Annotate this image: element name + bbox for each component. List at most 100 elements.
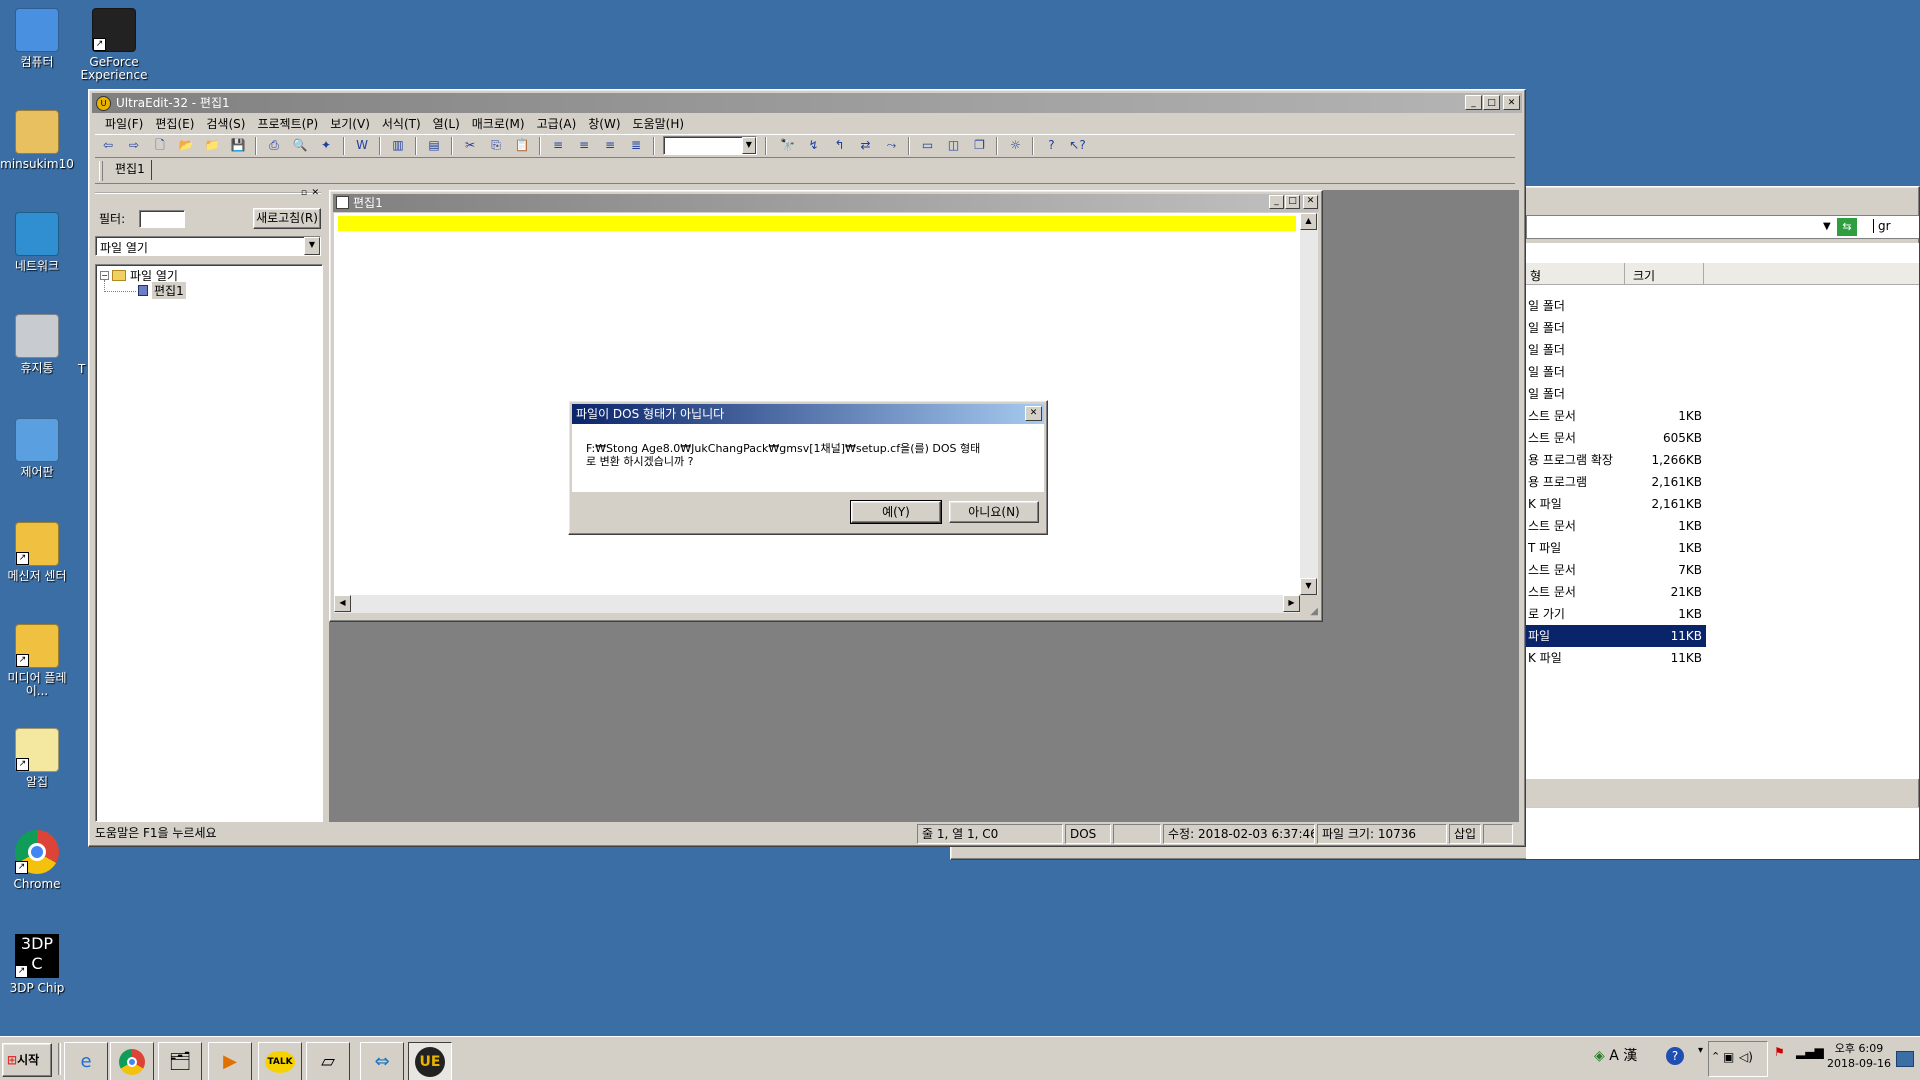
horizontal-scrollbar[interactable]: ◀ ▶ [334, 595, 1300, 613]
menu-item[interactable]: 편집(E) [149, 114, 200, 134]
view-dropdown[interactable]: 파일 열기 ▼ [95, 236, 321, 256]
media-taskbar-icon[interactable]: ▶ [208, 1042, 252, 1080]
menu-item[interactable]: 파일(F) [99, 114, 149, 134]
close-file-icon[interactable]: 📁 [202, 135, 222, 155]
panel-grip[interactable]: ▫ ✕ [95, 188, 321, 202]
explorer-search-input[interactable]: gr [1873, 219, 1913, 233]
desktop-icon[interactable]: 3DP C ↗ 3DP Chip [0, 934, 77, 995]
menu-item[interactable]: 매크로(M) [466, 114, 531, 134]
save-icon[interactable]: 💾 [228, 135, 248, 155]
word-wrap-icon[interactable]: W [352, 135, 372, 155]
help-icon[interactable]: ? [1041, 135, 1061, 155]
split-horizontal-icon[interactable]: ▭ [917, 135, 937, 155]
desktop-icon[interactable]: ↗ Chrome [0, 830, 77, 891]
file-list-row[interactable]: 로 가기 1KB [1526, 603, 1706, 625]
ime-help-icon[interactable]: ? [1666, 1047, 1684, 1065]
back-icon[interactable]: ⇦ [98, 135, 118, 155]
forward-icon[interactable]: ⇨ [124, 135, 144, 155]
menu-item[interactable]: 검색(S) [200, 114, 251, 134]
align-center-icon[interactable]: ≡ [574, 135, 594, 155]
type-column-header[interactable]: 형 [1530, 267, 1541, 284]
dropdown-arrow-icon[interactable]: ▼ [304, 237, 320, 255]
split-vertical-icon[interactable]: ◫ [943, 135, 963, 155]
align-right-icon[interactable]: ≡ [600, 135, 620, 155]
tray-expand-icon[interactable]: ⌃ [1711, 1050, 1720, 1063]
doc-tab-edit1[interactable]: 편집1 [109, 160, 152, 180]
find-prev-icon[interactable]: ↰ [829, 135, 849, 155]
menu-item[interactable]: 열(L) [427, 114, 466, 134]
tree-collapse-icon[interactable]: − [100, 271, 109, 280]
file-list-row[interactable]: 일 폴더 [1526, 361, 1706, 383]
print-icon[interactable]: ⎙ [264, 135, 284, 155]
desktop-icon[interactable]: 네트워크 [0, 212, 77, 273]
go-refresh-icon[interactable]: ⇆ [1837, 218, 1857, 236]
file-list-row[interactable]: 일 폴더 [1526, 383, 1706, 405]
goto-icon[interactable]: ⤳ [881, 135, 901, 155]
dialog-close-icon[interactable]: ✕ [1025, 406, 1042, 421]
action-center-icon[interactable]: ⚑ [1774, 1045, 1785, 1059]
desktop-icon[interactable]: ↗ GeForce Experience [74, 8, 154, 82]
file-list-row[interactable]: T 파일 1KB [1526, 537, 1706, 559]
find-next-icon[interactable]: ↯ [803, 135, 823, 155]
spell-check-icon[interactable]: ✦ [316, 135, 336, 155]
notepad-taskbar-icon[interactable]: ▱ [306, 1042, 350, 1080]
filter-input[interactable] [139, 210, 185, 228]
desktop-icon[interactable]: ↗ 알집 [0, 728, 77, 789]
ime-toolbar[interactable]: ◈ A 漢 [1594, 1045, 1637, 1065]
start-button[interactable]: ⊞시작 [2, 1043, 52, 1077]
scroll-up-icon[interactable]: ▲ [1300, 213, 1317, 230]
copy-icon[interactable]: ⎘ [486, 135, 506, 155]
panel-close-icon[interactable]: ✕ [311, 188, 319, 198]
volume-tray-icon[interactable]: ◁) [1739, 1050, 1753, 1064]
column-mode-icon[interactable]: ▥ [388, 135, 408, 155]
scroll-down-icon[interactable]: ▼ [1300, 578, 1317, 595]
ime-options-icon[interactable]: ▾ [1698, 1045, 1703, 1056]
resize-grip-icon[interactable]: ◢ [1310, 606, 1318, 617]
tree-child-item[interactable]: 편집1 [152, 282, 186, 299]
file-list-row[interactable]: 스트 문서 1KB [1526, 515, 1706, 537]
menu-item[interactable]: 고급(A) [531, 114, 583, 134]
print-preview-icon[interactable]: 🔍 [290, 135, 310, 155]
dialog-title-bar[interactable]: 파일이 DOS 형태가 아닙니다 ✕ [572, 404, 1044, 424]
child-minimize-icon[interactable]: _ [1269, 195, 1284, 209]
show-desktop-icon[interactable] [1896, 1051, 1914, 1067]
file-list-row[interactable]: 용 프로그램 확장 1,266KB [1526, 449, 1706, 471]
replace-icon[interactable]: ⇄ [855, 135, 875, 155]
size-column-header[interactable]: 크기 [1624, 263, 1704, 285]
cascade-icon[interactable]: ❐ [969, 135, 989, 155]
explorer-address-bar[interactable]: ▼ ⇆ gr [1526, 215, 1919, 239]
child-title-bar[interactable]: 편집1 _ □ ✕ [333, 194, 1319, 212]
ie-taskbar-icon[interactable]: e [64, 1042, 108, 1080]
file-list-row[interactable]: 일 폴더 [1526, 295, 1706, 317]
refresh-button[interactable]: 새로고침(R) [253, 208, 321, 229]
ftp-icon[interactable]: ☼ [1005, 135, 1025, 155]
context-help-icon[interactable]: ↖? [1067, 135, 1087, 155]
vertical-scrollbar[interactable]: ▲ ▼ [1300, 213, 1318, 595]
open-file-icon[interactable]: 📂 [176, 135, 196, 155]
desktop-icon[interactable]: ↗ 메신저 센터 [0, 522, 77, 583]
clock[interactable]: 오후 6:09 2018-09-16 [1826, 1041, 1892, 1071]
file-list-row[interactable]: 스트 문서 21KB [1526, 581, 1706, 603]
justify-icon[interactable]: ≣ [626, 135, 646, 155]
menu-item[interactable]: 보기(V) [324, 114, 376, 134]
file-list-row[interactable]: 스트 문서 1KB [1526, 405, 1706, 427]
ultraedit-title-bar[interactable]: U UltraEdit-32 - 편집1 _ □ ✕ [92, 93, 1522, 113]
chrome-taskbar-icon[interactable] [110, 1042, 154, 1080]
file-list-row[interactable]: 일 폴더 [1526, 339, 1706, 361]
panel-restore-icon[interactable]: ▫ [301, 188, 307, 198]
no-button[interactable]: 아니요(N) [949, 501, 1039, 523]
child-close-icon[interactable]: ✕ [1303, 195, 1318, 209]
cut-icon[interactable]: ✂ [460, 135, 480, 155]
desktop-icon[interactable]: 휴지통 [0, 314, 77, 375]
ime-status-icon[interactable]: ◈ [1594, 1048, 1605, 1064]
menu-item[interactable]: 프로젝트(P) [251, 114, 324, 134]
file-list-row[interactable]: K 파일 2,161KB [1526, 493, 1706, 515]
teamviewer-taskbar-icon[interactable]: ⇔ [360, 1042, 404, 1080]
file-list-row[interactable]: 파일 11KB [1526, 625, 1706, 647]
file-list-row[interactable]: 일 폴더 [1526, 317, 1706, 339]
explorer-taskbar-icon[interactable]: 🗂 [158, 1042, 202, 1080]
network-tray-icon[interactable]: ▣ [1723, 1050, 1734, 1064]
menu-item[interactable]: 도움말(H) [627, 114, 691, 134]
maximize-icon[interactable]: □ [1483, 95, 1500, 110]
file-list-row[interactable]: K 파일 11KB [1526, 647, 1706, 669]
